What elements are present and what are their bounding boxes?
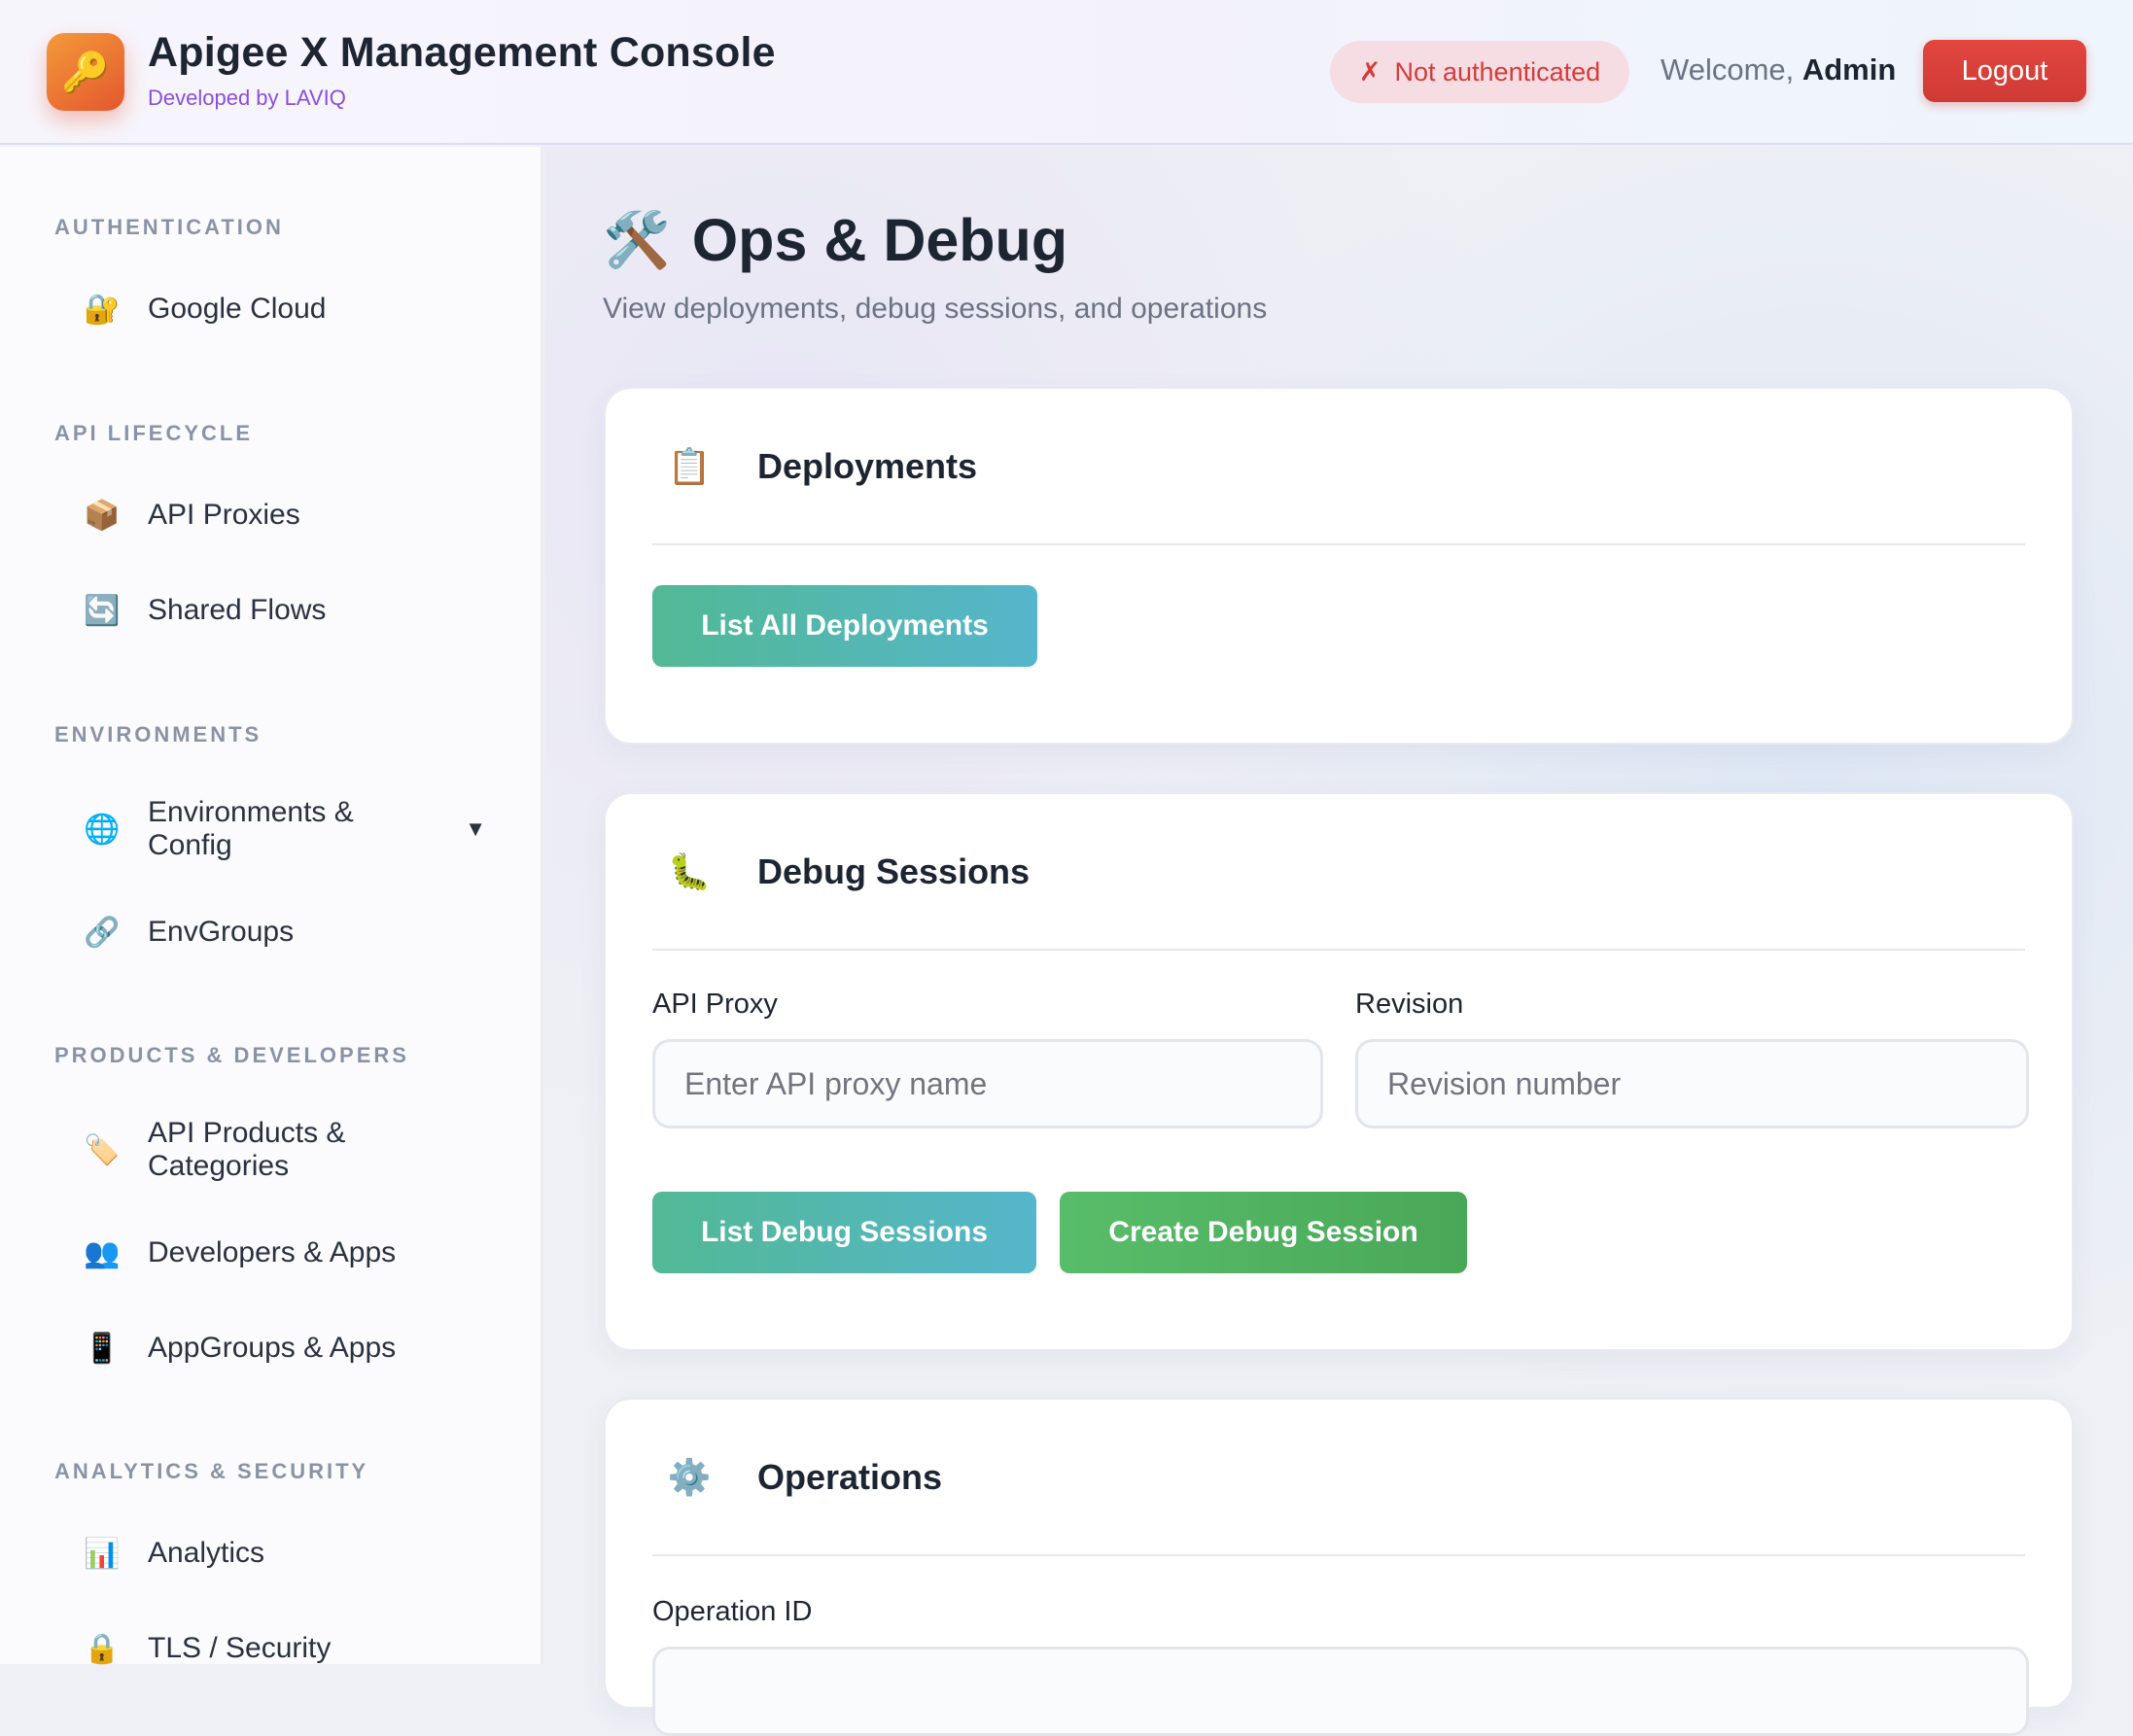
lock-key-icon: 🔐 [84, 293, 121, 326]
api-proxy-label: API Proxy [652, 989, 778, 1020]
sidebar-item-api-products[interactable]: 🏷️ API Products & Categories [78, 1113, 486, 1187]
users-icon: 👥 [84, 1236, 121, 1269]
sidebar-item-shared-flows[interactable]: 🔄 Shared Flows [78, 575, 486, 645]
chevron-down-icon[interactable]: ▼ [465, 816, 486, 842]
sidebar-item-appgroups-apps[interactable]: 📱 AppGroups & Apps [78, 1313, 486, 1383]
sidebar-item-tls-security[interactable]: 🔒 TLS / Security [78, 1614, 486, 1684]
sidebar-item-label: Environments & Config [148, 796, 354, 861]
auth-status-badge: ✗ Not authenticated [1330, 41, 1629, 103]
mobile-phone-icon: 📱 [84, 1332, 121, 1365]
card-header: 📋 Deployments [652, 389, 2025, 545]
card-header: ⚙️ Operations [652, 1400, 2025, 1556]
card-title: Deployments [757, 445, 978, 486]
create-debug-session-button[interactable]: Create Debug Session [1060, 1192, 1467, 1273]
card-title: Debug Sessions [757, 851, 1031, 891]
section-title-authentication: AUTHENTICATION [54, 215, 284, 239]
debug-sessions-card: 🐛 Debug Sessions API Proxy Revision List… [604, 792, 2074, 1351]
bar-chart-icon: 📊 [84, 1537, 121, 1570]
api-proxy-input[interactable] [652, 1039, 1323, 1128]
link-icon: 🔗 [84, 916, 121, 949]
tag-icon: 🏷️ [84, 1133, 121, 1166]
operation-id-input[interactable] [652, 1647, 2029, 1736]
section-title-api-lifecycle: API LIFECYCLE [54, 421, 254, 445]
sidebar-item-label: API Proxies [148, 499, 300, 531]
sidebar-item-label: AppGroups & Apps [148, 1332, 397, 1364]
tools-icon: 🛠️ [603, 209, 671, 270]
clipboard-icon: 📋 [667, 445, 712, 486]
app-subtitle: Developed by LAVIQ [148, 86, 346, 110]
sidebar-item-analytics[interactable]: 📊 Analytics [78, 1518, 486, 1588]
revision-input[interactable] [1355, 1039, 2029, 1128]
refresh-icon: 🔄 [84, 594, 121, 627]
section-title-environments: ENVIRONMENTS [54, 722, 262, 746]
user-name: Admin [1801, 52, 1897, 87]
logout-button[interactable]: Logout [1923, 40, 2086, 102]
section-title-products-developers: PRODUCTS & DEVELOPERS [54, 1043, 409, 1067]
app-title: Apigee X Management Console [148, 29, 776, 76]
sidebar-item-label: Analytics [148, 1537, 265, 1569]
sidebar-item-label: Developers & Apps [148, 1236, 397, 1268]
deployments-card: 📋 Deployments List All Deployments [604, 387, 2074, 745]
sidebar-item-label: EnvGroups [148, 916, 295, 948]
sidebar-item-label: Shared Flows [148, 594, 327, 626]
card-header: 🐛 Debug Sessions [652, 794, 2025, 951]
welcome-text: Welcome, Admin [1661, 52, 1896, 87]
sidebar-item-google-cloud[interactable]: 🔐 Google Cloud [78, 274, 486, 344]
sidebar: AUTHENTICATION 🔐 Google Cloud API LIFECY… [0, 147, 542, 1665]
sidebar-item-developers-apps[interactable]: 👥 Developers & Apps [78, 1218, 486, 1288]
key-icon: 🔑 [47, 33, 124, 111]
app-header: 🔑 Apigee X Management Console Developed … [0, 0, 2133, 145]
revision-label: Revision [1355, 989, 1464, 1020]
cross-icon: ✗ [1358, 56, 1381, 87]
globe-icon: 🌐 [84, 813, 121, 846]
operations-card: ⚙️ Operations Operation ID [604, 1398, 2074, 1736]
auth-status-text: Not authenticated [1394, 56, 1601, 87]
card-title: Operations [757, 1456, 943, 1497]
package-icon: 📦 [84, 499, 121, 532]
sidebar-item-label: Google Cloud [148, 293, 327, 325]
page-title-text: Ops & Debug [691, 207, 1068, 273]
welcome-prefix: Welcome, [1661, 52, 1802, 87]
sidebar-item-label: API Products & Categories [148, 1117, 346, 1182]
sidebar-item-environments-config[interactable]: 🌐 Environments & Config ▼ [78, 792, 486, 866]
operation-id-label: Operation ID [652, 1596, 813, 1627]
sidebar-item-envgroups[interactable]: 🔗 EnvGroups [78, 897, 486, 967]
page-subtitle: View deployments, debug sessions, and op… [603, 293, 1268, 325]
sidebar-item-label: TLS / Security [148, 1632, 332, 1664]
gear-icon: ⚙️ [667, 1456, 712, 1497]
bug-icon: 🐛 [667, 851, 712, 891]
sidebar-item-api-proxies[interactable]: 📦 API Proxies [78, 480, 486, 550]
page-title: 🛠️ Ops & Debug [603, 206, 1067, 274]
list-all-deployments-button[interactable]: List All Deployments [652, 585, 1037, 667]
section-title-analytics-security: ANALYTICS & SECURITY [54, 1459, 369, 1483]
list-debug-sessions-button[interactable]: List Debug Sessions [652, 1192, 1036, 1273]
lock-icon: 🔒 [84, 1632, 121, 1665]
